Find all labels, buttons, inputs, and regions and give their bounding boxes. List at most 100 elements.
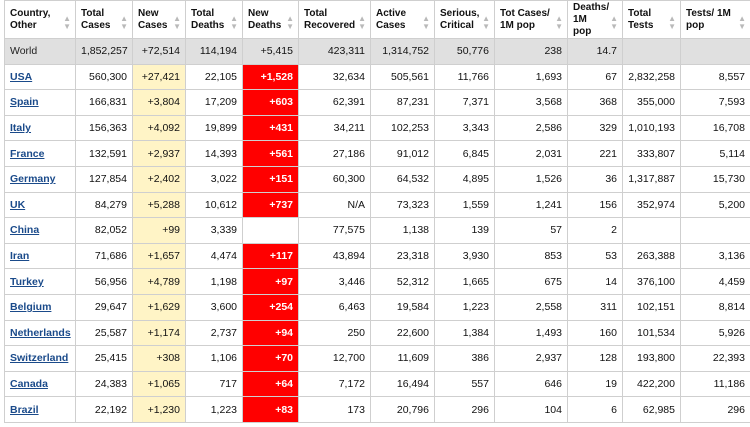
new-deaths-cell: +254: [242, 293, 299, 321]
column-header-deaths-1m[interactable]: Deaths/ 1M pop ▲ ▼: [567, 0, 623, 39]
total-cases-cell: 166,831: [75, 89, 133, 116]
total-recovered-cell: 3,446: [298, 268, 371, 295]
total-deaths-cell: 19,899: [185, 114, 243, 142]
total-tests-cell: 1,010,193: [622, 114, 681, 142]
serious-critical-cell: 50,776: [434, 38, 495, 65]
total-cases-cell: 22,192: [75, 396, 133, 423]
sort-arrows-icon[interactable]: ▲ ▼: [230, 15, 238, 31]
sort-arrows-icon[interactable]: ▲ ▼: [358, 15, 366, 31]
total-tests-cell: 62,985: [622, 396, 681, 423]
country-row: France 132,591 +2,937 14,393 +561 27,186 91,01…: [4, 140, 750, 167]
country-link[interactable]: Germany: [10, 173, 56, 185]
tot-cases-1m-cell: 1,241: [494, 191, 568, 219]
active-cases-cell: 52,312: [370, 268, 435, 295]
column-header-active-cases[interactable]: Active Cases ▲ ▼: [370, 0, 435, 39]
column-header-country[interactable]: Country, Other ▲ ▼: [4, 0, 76, 39]
country-link[interactable]: USA: [10, 71, 32, 83]
tests-1m-cell: 3,136: [680, 242, 750, 270]
new-deaths-cell: +151: [242, 165, 299, 193]
new-deaths-cell: +64: [242, 370, 299, 398]
column-header-total-tests[interactable]: Total Tests ▲ ▼: [622, 0, 681, 39]
total-recovered-cell: 27,186: [298, 140, 371, 167]
country-row: China 82,052 +99 3,339 77,575 1,138 139 57 2: [4, 217, 750, 244]
serious-critical-cell: 296: [434, 396, 495, 423]
country-row: Germany 127,854 +2,402 3,022 +151 60,300 64,53…: [4, 165, 750, 193]
country-link[interactable]: China: [10, 224, 39, 236]
column-header-total-deaths[interactable]: Total Deaths ▲ ▼: [185, 0, 243, 39]
total-deaths-cell: 14,393: [185, 140, 243, 167]
country-link[interactable]: Iran: [10, 250, 29, 262]
total-deaths-cell: 2,737: [185, 319, 243, 347]
sort-arrows-icon[interactable]: ▲ ▼: [668, 15, 676, 31]
serious-critical-cell: 3,930: [434, 242, 495, 270]
total-tests-cell: 263,388: [622, 242, 681, 270]
serious-critical-cell: 1,223: [434, 293, 495, 321]
sort-arrows-icon[interactable]: ▲ ▼: [422, 15, 430, 31]
column-header-new-cases[interactable]: New Cases ▲ ▼: [132, 0, 186, 39]
serious-critical-cell: 1,384: [434, 319, 495, 347]
tests-1m-cell: 7,593: [680, 89, 750, 116]
tests-1m-cell: 22,393: [680, 345, 750, 372]
new-deaths-cell: +1,528: [242, 63, 299, 91]
country-link[interactable]: Brazil: [10, 404, 39, 416]
column-header-tests-1m[interactable]: Tests/ 1M pop ▲ ▼: [680, 0, 750, 39]
country-link[interactable]: Spain: [10, 96, 39, 108]
total-deaths-cell: 1,106: [185, 345, 243, 372]
sort-arrows-icon[interactable]: ▲ ▼: [286, 15, 294, 31]
deaths-1m-cell: 160: [567, 319, 623, 347]
column-header-tot-cases-1m[interactable]: Tot Cases/ 1M pop ▲ ▼: [494, 0, 568, 39]
active-cases-cell: 87,231: [370, 89, 435, 116]
tests-1m-cell: 8,814: [680, 293, 750, 321]
country-link[interactable]: Belgium: [10, 301, 51, 313]
column-header-total-cases[interactable]: Total Cases ▲ ▼: [75, 0, 133, 39]
country-link[interactable]: Italy: [10, 122, 31, 134]
sort-arrows-icon[interactable]: ▲ ▼: [555, 15, 563, 31]
country-cell: UK: [4, 191, 76, 219]
active-cases-cell: 1,314,752: [370, 38, 435, 65]
new-cases-cell: +5,288: [132, 191, 186, 219]
new-cases-cell: +1,174: [132, 319, 186, 347]
total-tests-cell: 422,200: [622, 370, 681, 398]
deaths-1m-cell: 67: [567, 63, 623, 91]
active-cases-cell: 73,323: [370, 191, 435, 219]
total-cases-cell: 132,591: [75, 140, 133, 167]
country-link[interactable]: UK: [10, 199, 25, 211]
country-link[interactable]: Canada: [10, 378, 48, 390]
country-cell: China: [4, 217, 76, 244]
new-deaths-cell: +737: [242, 191, 299, 219]
sort-arrows-icon[interactable]: ▲ ▼: [738, 15, 746, 31]
sort-arrows-icon[interactable]: ▲ ▼: [120, 15, 128, 31]
active-cases-cell: 23,318: [370, 242, 435, 270]
column-header-label: Tot Cases/ 1M pop: [500, 7, 550, 31]
sort-arrows-icon[interactable]: ▲ ▼: [610, 15, 618, 31]
country-link[interactable]: Netherlands: [10, 327, 71, 339]
column-header-serious-critical[interactable]: Serious, Critical ▲ ▼: [434, 0, 495, 39]
country-link[interactable]: Turkey: [10, 276, 44, 288]
new-deaths-cell: +431: [242, 114, 299, 142]
column-header-total-recovered[interactable]: Total Recovered ▲ ▼: [298, 0, 371, 39]
sort-arrows-icon[interactable]: ▲ ▼: [173, 15, 181, 31]
sort-arrows-icon[interactable]: ▲ ▼: [482, 15, 490, 31]
deaths-1m-cell: 19: [567, 370, 623, 398]
serious-critical-cell: 139: [434, 217, 495, 244]
tests-1m-cell: 5,200: [680, 191, 750, 219]
total-recovered-cell: N/A: [298, 191, 371, 219]
country-link[interactable]: Switzerland: [10, 352, 68, 364]
total-recovered-cell: 6,463: [298, 293, 371, 321]
tot-cases-1m-cell: 1,493: [494, 319, 568, 347]
active-cases-cell: 16,494: [370, 370, 435, 398]
active-cases-cell: 19,584: [370, 293, 435, 321]
column-header-new-deaths[interactable]: New Deaths ▲ ▼: [242, 0, 299, 39]
total-deaths-cell: 114,194: [185, 38, 243, 65]
total-cases-cell: 1,852,257: [75, 38, 133, 65]
sort-arrows-icon[interactable]: ▲ ▼: [63, 15, 71, 31]
total-cases-cell: 25,415: [75, 345, 133, 372]
country-row: Netherlands 25,587 +1,174 2,737 +94 250 22,600…: [4, 319, 750, 347]
deaths-1m-cell: 311: [567, 293, 623, 321]
country-row: Spain 166,831 +3,804 17,209 +603 62,391 87,231…: [4, 89, 750, 116]
country-link[interactable]: France: [10, 148, 44, 160]
deaths-1m-cell: 221: [567, 140, 623, 167]
country-cell: Brazil: [4, 396, 76, 423]
total-recovered-cell: 43,894: [298, 242, 371, 270]
total-tests-cell: 376,100: [622, 268, 681, 295]
